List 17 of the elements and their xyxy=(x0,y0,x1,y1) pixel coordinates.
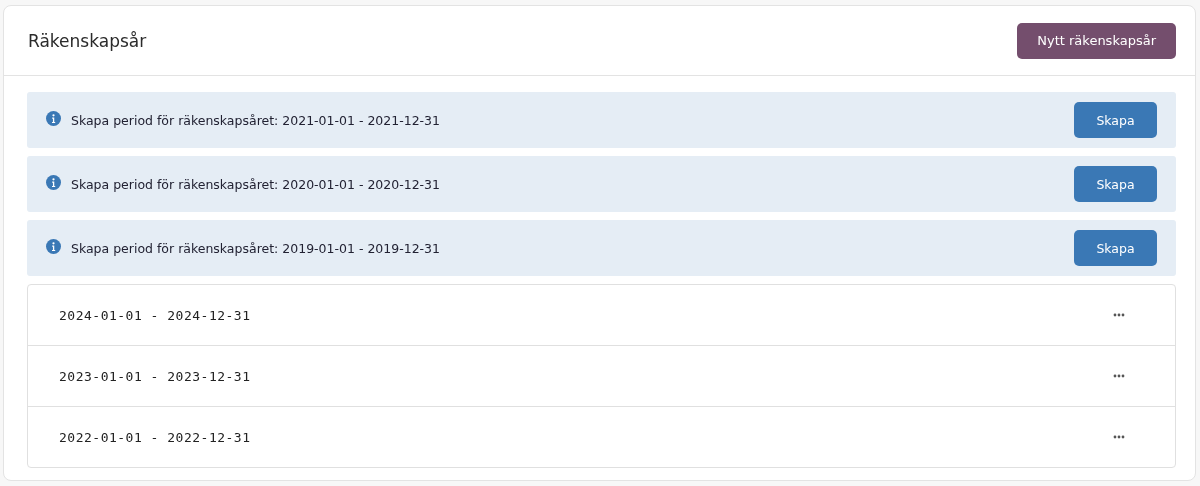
period-text: 2024-01-01 - 2024-12-31 xyxy=(59,307,251,323)
period-text: 2022-01-01 - 2022-12-31 xyxy=(59,429,251,445)
banner-text: Skapa period för räkenskapsåret: 2020-01-01 - 2020-12-31 xyxy=(71,176,442,192)
create-button[interactable]: Skapa xyxy=(1074,230,1157,266)
more-icon[interactable] xyxy=(1113,313,1125,317)
period-text: 2023-01-01 - 2023-12-31 xyxy=(59,368,251,384)
info-icon xyxy=(46,174,61,190)
create-button[interactable]: Skapa xyxy=(1074,166,1157,202)
new-fiscal-year-button[interactable]: Nytt räkenskapsår xyxy=(1017,22,1176,59)
info-icon xyxy=(46,110,61,126)
more-icon[interactable] xyxy=(1113,435,1125,439)
info-icon xyxy=(46,238,61,254)
banner-text: Skapa period för räkenskapsåret: 2019-01-01 - 2019-12-31 xyxy=(71,240,442,256)
more-icon[interactable] xyxy=(1113,374,1125,378)
page-title: Räkenskapsår xyxy=(28,30,147,51)
banner-text: Skapa period för räkenskapsåret: 2021-01-01 - 2021-12-31 xyxy=(71,112,442,128)
create-button[interactable]: Skapa xyxy=(1074,102,1157,138)
